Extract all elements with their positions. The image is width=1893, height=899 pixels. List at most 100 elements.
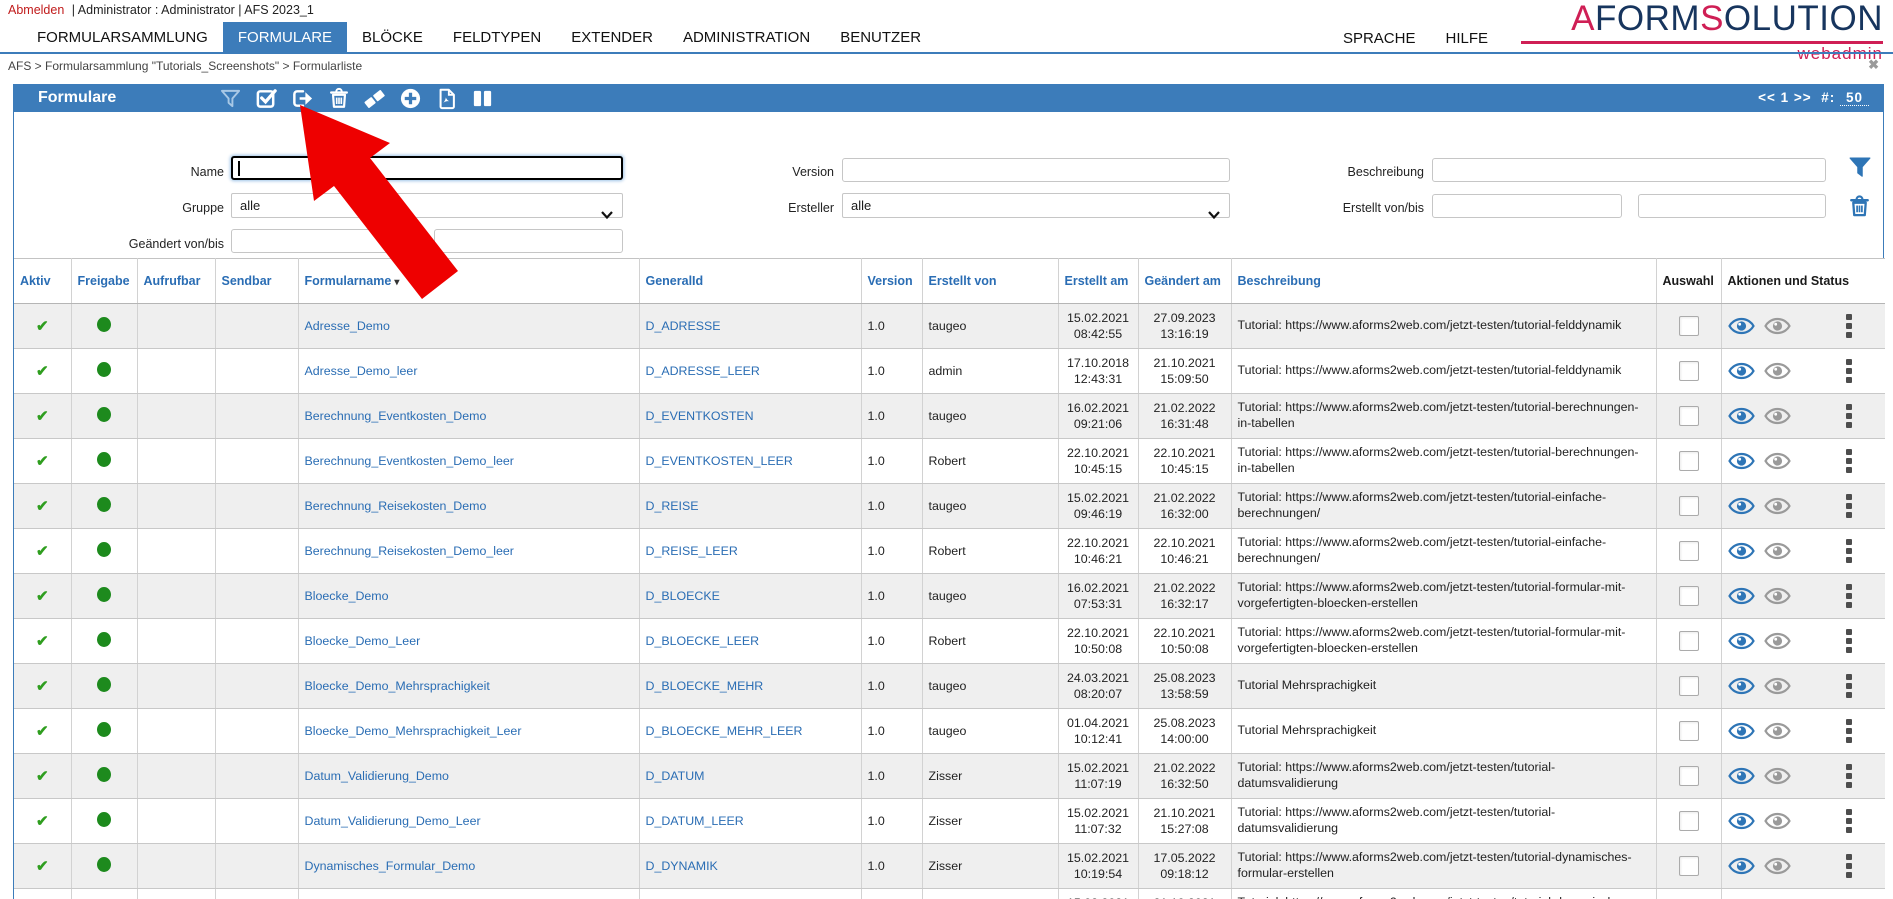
- nav-item-formulare[interactable]: FORMULARE: [223, 22, 347, 52]
- preview-eye-gray-icon[interactable]: [1764, 587, 1791, 605]
- row-menu-kebab-icon[interactable]: [1845, 493, 1853, 519]
- form-name-link[interactable]: Berechnung_Reisekosten_Demo_leer: [305, 544, 514, 558]
- form-name-link[interactable]: Berechnung_Reisekosten_Demo: [305, 499, 487, 513]
- erstellt-von-input[interactable]: [1432, 194, 1622, 218]
- preview-eye-blue-icon[interactable]: [1728, 317, 1755, 335]
- filter-toggle-icon[interactable]: [219, 87, 242, 110]
- general-id-link[interactable]: D_REISE: [646, 499, 699, 513]
- general-id-link[interactable]: D_BLOECKE_MEHR: [646, 679, 764, 693]
- general-id-link[interactable]: D_DYNAMIK: [646, 859, 718, 873]
- row-menu-kebab-icon[interactable]: [1845, 763, 1853, 789]
- preview-eye-blue-icon[interactable]: [1728, 497, 1755, 515]
- preview-eye-blue-icon[interactable]: [1728, 362, 1755, 380]
- preview-eye-blue-icon[interactable]: [1728, 407, 1755, 425]
- row-select-checkbox[interactable]: [1679, 721, 1699, 741]
- preview-eye-gray-icon[interactable]: [1764, 677, 1791, 695]
- row-menu-kebab-icon[interactable]: [1845, 403, 1853, 429]
- name-input[interactable]: [231, 156, 623, 180]
- nav-item-bloecke[interactable]: BLÖCKE: [347, 22, 438, 52]
- col-freigabe[interactable]: Freigabe: [71, 259, 137, 304]
- page-prev-button[interactable]: <<: [1758, 90, 1776, 105]
- row-menu-kebab-icon[interactable]: [1845, 673, 1853, 699]
- general-id-link[interactable]: D_DATUM: [646, 769, 705, 783]
- form-name-link[interactable]: Adresse_Demo_leer: [305, 364, 418, 378]
- col-erstellt-von[interactable]: Erstellt von: [922, 259, 1058, 304]
- preview-eye-blue-icon[interactable]: [1728, 587, 1755, 605]
- row-menu-kebab-icon[interactable]: [1845, 313, 1853, 339]
- row-select-checkbox[interactable]: [1679, 766, 1699, 786]
- preview-eye-blue-icon[interactable]: [1728, 542, 1755, 560]
- nav-item-formularsammlung[interactable]: FORMULARSAMMLUNG: [22, 22, 223, 52]
- page-next-button[interactable]: >>: [1794, 90, 1812, 105]
- general-id-link[interactable]: D_ADRESSE_LEER: [646, 364, 760, 378]
- geaendert-von-input[interactable]: [231, 229, 411, 253]
- preview-eye-blue-icon[interactable]: [1728, 767, 1755, 785]
- row-menu-kebab-icon[interactable]: [1845, 358, 1853, 384]
- apply-filter-icon[interactable]: [1849, 156, 1871, 185]
- col-sendbar[interactable]: Sendbar: [215, 259, 298, 304]
- preview-eye-blue-icon[interactable]: [1728, 722, 1755, 740]
- form-name-link[interactable]: Bloecke_Demo_Leer: [305, 634, 421, 648]
- form-name-link[interactable]: Adresse_Demo: [305, 319, 390, 333]
- row-select-checkbox[interactable]: [1679, 496, 1699, 516]
- nav-item-administration[interactable]: ADMINISTRATION: [668, 22, 825, 52]
- row-menu-kebab-icon[interactable]: [1845, 583, 1853, 609]
- preview-eye-blue-icon[interactable]: [1728, 452, 1755, 470]
- row-menu-kebab-icon[interactable]: [1845, 718, 1853, 744]
- general-id-link[interactable]: D_REISE_LEER: [646, 544, 738, 558]
- eraser-icon[interactable]: [363, 87, 386, 110]
- general-id-link[interactable]: D_EVENTKOSTEN_LEER: [646, 454, 793, 468]
- ersteller-select[interactable]: alle: [842, 193, 1230, 218]
- row-select-checkbox[interactable]: [1679, 451, 1699, 471]
- clear-filter-icon[interactable]: [1848, 194, 1871, 224]
- col-version[interactable]: Version: [861, 259, 922, 304]
- row-menu-kebab-icon[interactable]: [1845, 853, 1853, 879]
- preview-eye-blue-icon[interactable]: [1728, 677, 1755, 695]
- preview-eye-gray-icon[interactable]: [1764, 767, 1791, 785]
- row-select-checkbox[interactable]: [1679, 406, 1699, 426]
- row-select-checkbox[interactable]: [1679, 676, 1699, 696]
- row-select-checkbox[interactable]: [1679, 361, 1699, 381]
- preview-eye-gray-icon[interactable]: [1764, 632, 1791, 650]
- preview-eye-gray-icon[interactable]: [1764, 857, 1791, 875]
- preview-eye-blue-icon[interactable]: [1728, 632, 1755, 650]
- general-id-link[interactable]: D_BLOECKE_LEER: [646, 634, 760, 648]
- general-id-link[interactable]: D_DATUM_LEER: [646, 814, 744, 828]
- preview-eye-gray-icon[interactable]: [1764, 812, 1791, 830]
- preview-eye-gray-icon[interactable]: [1764, 497, 1791, 515]
- form-name-link[interactable]: Dynamisches_Formular_Demo: [305, 859, 476, 873]
- preview-eye-blue-icon[interactable]: [1728, 857, 1755, 875]
- row-select-checkbox[interactable]: [1679, 316, 1699, 336]
- row-select-checkbox[interactable]: [1679, 811, 1699, 831]
- form-name-link[interactable]: Bloecke_Demo_Mehrsprachigkeit_Leer: [305, 724, 522, 738]
- form-name-link[interactable]: Datum_Validierung_Demo_Leer: [305, 814, 481, 828]
- export-icon[interactable]: [291, 87, 314, 110]
- geaendert-bis-input[interactable]: [434, 229, 623, 253]
- nav-item-benutzer[interactable]: BENUTZER: [825, 22, 936, 52]
- form-name-link[interactable]: Bloecke_Demo_Mehrsprachigkeit: [305, 679, 490, 693]
- logout-link[interactable]: Abmelden: [8, 3, 64, 17]
- nav-item-feldtypen[interactable]: FELDTYPEN: [438, 22, 556, 52]
- delete-icon[interactable]: [327, 87, 350, 110]
- col-aufrufbar[interactable]: Aufrufbar: [137, 259, 215, 304]
- row-select-checkbox[interactable]: [1679, 586, 1699, 606]
- select-all-icon[interactable]: [255, 87, 278, 110]
- close-icon[interactable]: ✖: [1868, 57, 1879, 73]
- general-id-link[interactable]: D_BLOECKE: [646, 589, 720, 603]
- col-generalid[interactable]: GeneralId: [639, 259, 861, 304]
- preview-eye-gray-icon[interactable]: [1764, 542, 1791, 560]
- col-erstellt-am[interactable]: Erstellt am: [1058, 259, 1138, 304]
- preview-eye-gray-icon[interactable]: [1764, 407, 1791, 425]
- preview-eye-gray-icon[interactable]: [1764, 452, 1791, 470]
- columns-icon[interactable]: [471, 87, 494, 110]
- row-select-checkbox[interactable]: [1679, 541, 1699, 561]
- col-aktiv[interactable]: Aktiv: [14, 259, 71, 304]
- general-id-link[interactable]: D_ADRESSE: [646, 319, 721, 333]
- add-icon[interactable]: [399, 87, 422, 110]
- row-menu-kebab-icon[interactable]: [1845, 448, 1853, 474]
- preview-eye-gray-icon[interactable]: [1764, 362, 1791, 380]
- nav-item-sprache[interactable]: SPRACHE: [1328, 22, 1431, 54]
- nav-item-extender[interactable]: EXTENDER: [556, 22, 668, 52]
- gruppe-select[interactable]: alle: [231, 193, 623, 218]
- col-formularname[interactable]: Formularname▾: [298, 259, 639, 304]
